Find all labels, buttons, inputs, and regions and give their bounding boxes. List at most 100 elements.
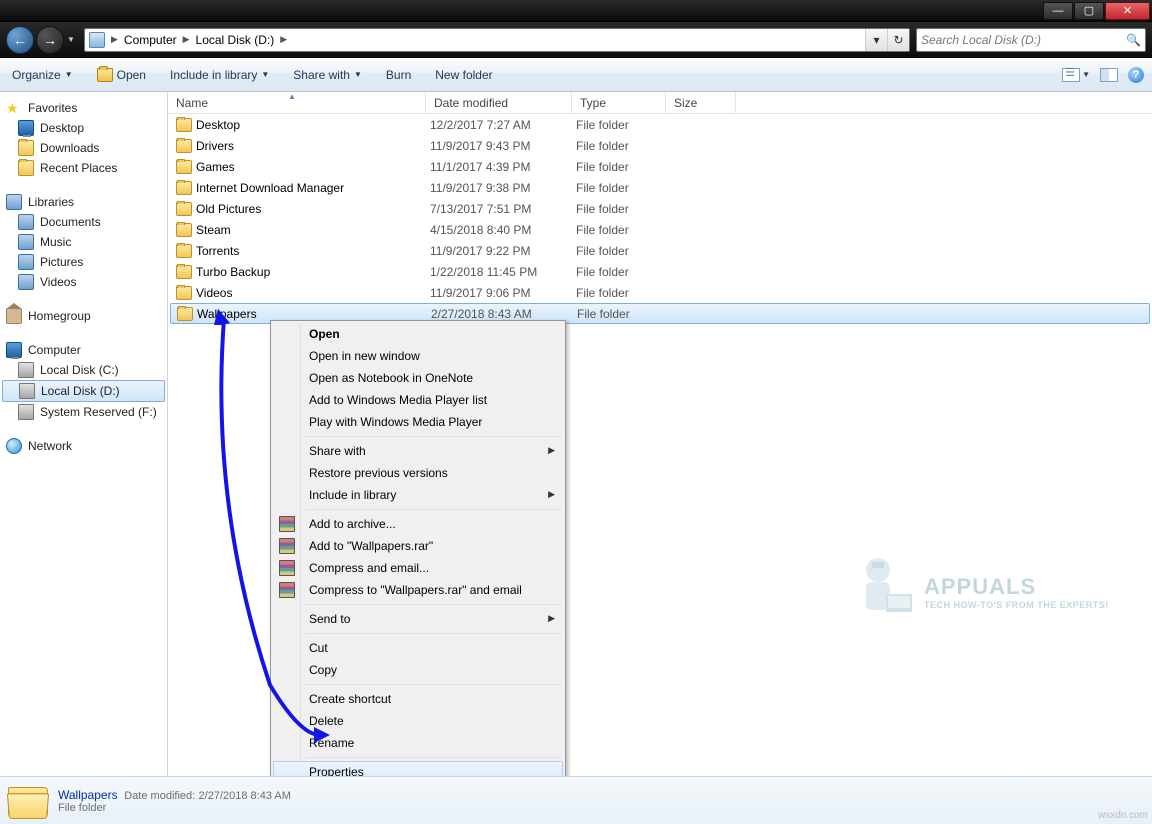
address-dropdown[interactable]: ▾ [865,29,887,51]
sidebar-network[interactable]: Network [0,436,167,456]
sidebar-item-music[interactable]: Music [0,232,167,252]
sidebar-computer[interactable]: Computer [0,340,167,360]
ctx-open-onenote[interactable]: Open as Notebook in OneNote [273,367,563,389]
share-with-button[interactable]: Share with▼ [289,66,366,84]
open-button[interactable]: Open [93,66,150,84]
archive-icon [279,538,295,554]
back-button[interactable]: ← [6,26,34,54]
ctx-cut[interactable]: Cut [273,637,563,659]
column-type[interactable]: Type [572,92,666,113]
search-input[interactable]: Search Local Disk (D:) 🔍 [916,28,1146,52]
file-date: 12/2/2017 7:27 AM [430,118,576,132]
ctx-open-new-window[interactable]: Open in new window [273,345,563,367]
breadcrumb-computer[interactable]: Computer [120,33,181,47]
file-name: Turbo Backup [196,265,430,279]
include-library-button[interactable]: Include in library▼ [166,66,273,84]
close-button[interactable]: ✕ [1105,2,1150,20]
table-row[interactable]: Steam4/15/2018 8:40 PMFile folder [168,219,1152,240]
file-date: 1/22/2018 11:45 PM [430,265,576,279]
ctx-send-to[interactable]: Send to▶ [273,608,563,630]
sidebar-item-documents[interactable]: Documents [0,212,167,232]
new-folder-button[interactable]: New folder [431,66,496,84]
organize-button[interactable]: Organize▼ [8,66,77,84]
refresh-icon: ↻ [893,33,903,47]
file-type: File folder [576,139,670,153]
table-row[interactable]: Old Pictures7/13/2017 7:51 PMFile folder [168,198,1152,219]
ctx-open[interactable]: Open [273,323,563,345]
table-row[interactable]: Drivers11/9/2017 9:43 PMFile folder [168,135,1152,156]
help-button[interactable]: ? [1128,67,1144,83]
file-date: 11/9/2017 9:22 PM [430,244,576,258]
star-icon: ★ [6,100,22,116]
refresh-button[interactable]: ↻ [887,29,909,51]
table-row[interactable]: Internet Download Manager11/9/2017 9:38 … [168,177,1152,198]
ctx-compress-rar-email[interactable]: Compress to "Wallpapers.rar" and email [273,579,563,601]
minimize-button[interactable]: — [1043,2,1073,20]
ctx-rename[interactable]: Rename [273,732,563,754]
ctx-create-shortcut[interactable]: Create shortcut [273,688,563,710]
sidebar-item-drive-c[interactable]: Local Disk (C:) [0,360,167,380]
folder-icon [177,307,193,321]
preview-pane-button[interactable] [1100,68,1118,82]
ctx-delete[interactable]: Delete [273,710,563,732]
column-name[interactable]: Name [168,92,426,113]
sidebar-homegroup[interactable]: Homegroup [0,306,167,326]
ctx-add-wmp[interactable]: Add to Windows Media Player list [273,389,563,411]
file-name: Videos [196,286,430,300]
table-row[interactable]: Turbo Backup1/22/2018 11:45 PMFile folde… [168,261,1152,282]
file-type: File folder [576,118,670,132]
ctx-add-archive[interactable]: Add to archive... [273,513,563,535]
column-size[interactable]: Size [666,92,736,113]
sidebar-item-drive-f[interactable]: System Reserved (F:) [0,402,167,422]
address-bar[interactable]: ▶ Computer ▶ Local Disk (D:) ▶ ▾ ↻ [84,28,910,52]
table-row[interactable]: Videos11/9/2017 9:06 PMFile folder [168,282,1152,303]
ctx-include-library[interactable]: Include in library▶ [273,484,563,506]
sidebar-item-videos[interactable]: Videos [0,272,167,292]
history-dropdown[interactable]: ▼ [64,30,78,50]
desktop-icon [18,120,34,136]
sidebar-favorites[interactable]: ★Favorites [0,98,167,118]
table-row[interactable]: Torrents11/9/2017 9:22 PMFile folder [168,240,1152,261]
forward-button[interactable]: → [36,26,64,54]
file-name: Wallpapers [197,307,431,321]
ctx-compress-email[interactable]: Compress and email... [273,557,563,579]
folder-icon [176,265,192,279]
folder-icon [176,160,192,174]
sidebar-item-downloads[interactable]: Downloads [0,138,167,158]
column-date[interactable]: Date modified [426,92,572,113]
sidebar-item-pictures[interactable]: Pictures [0,252,167,272]
file-name: Internet Download Manager [196,181,430,195]
ctx-add-rar[interactable]: Add to "Wallpapers.rar" [273,535,563,557]
burn-button[interactable]: Burn [382,66,415,84]
libraries-icon [6,194,22,210]
view-options-button[interactable]: ▼ [1062,68,1090,82]
details-date-label: Date modified: [124,790,195,802]
table-row[interactable]: Desktop12/2/2017 7:27 AMFile folder [168,114,1152,135]
file-date: 11/9/2017 9:06 PM [430,286,576,300]
chevron-down-icon: ▼ [65,70,73,79]
ctx-play-wmp[interactable]: Play with Windows Media Player [273,411,563,433]
submenu-arrow-icon: ▶ [548,613,555,624]
table-row[interactable]: Games11/1/2017 4:39 PMFile folder [168,156,1152,177]
ctx-restore-versions[interactable]: Restore previous versions [273,462,563,484]
details-type: File folder [58,802,291,814]
file-type: File folder [576,223,670,237]
file-name: Torrents [196,244,430,258]
ctx-copy[interactable]: Copy [273,659,563,681]
navigation-bar: ← → ▼ ▶ Computer ▶ Local Disk (D:) ▶ ▾ ↻… [0,22,1152,58]
drive-icon [18,404,34,420]
maximize-button[interactable]: ▢ [1074,2,1104,20]
sidebar-item-recent[interactable]: Recent Places [0,158,167,178]
view-icon [1062,68,1080,82]
sidebar-item-desktop[interactable]: Desktop [0,118,167,138]
sidebar-libraries[interactable]: Libraries [0,192,167,212]
details-pane: Wallpapers Date modified: 2/27/2018 8:43… [0,776,1152,824]
ctx-share-with[interactable]: Share with▶ [273,440,563,462]
breadcrumb-drive[interactable]: Local Disk (D:) [192,33,279,47]
search-icon: 🔍 [1126,33,1141,47]
window-titlebar: — ▢ ✕ [0,0,1152,22]
sort-arrow-icon: ▲ [288,92,296,101]
file-type: File folder [576,265,670,279]
sidebar-item-drive-d[interactable]: Local Disk (D:) [2,380,165,402]
archive-icon [279,582,295,598]
